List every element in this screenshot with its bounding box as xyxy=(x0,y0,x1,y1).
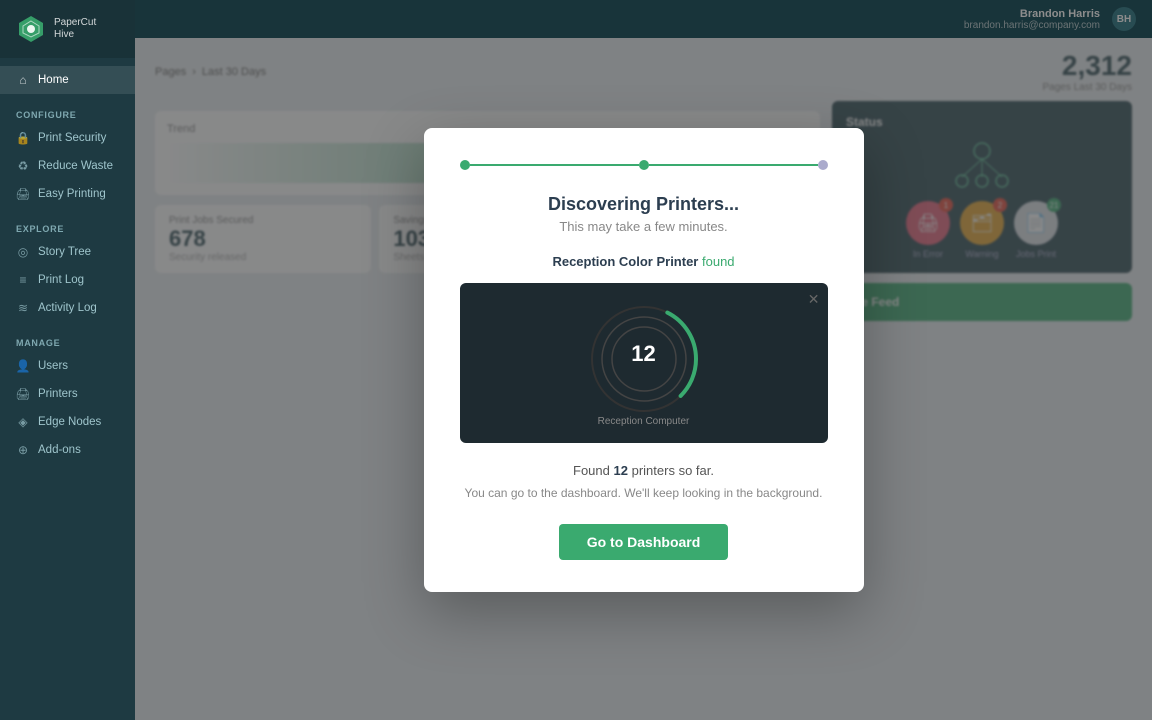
found-summary: Found 12 printers so far. xyxy=(460,463,828,478)
found-count: 12 xyxy=(614,463,628,478)
sidebar-nav: ⌂ Home CONFIGURE 🔒 Print Security ♻ Redu… xyxy=(0,58,135,720)
activity-icon: ≋ xyxy=(16,301,30,315)
configure-section-label: CONFIGURE xyxy=(0,94,135,124)
chart-number: 12 xyxy=(631,341,655,367)
main-area: Brandon Harris brandon.harris@company.co… xyxy=(135,0,1152,720)
sidebar-item-print-security[interactable]: 🔒 Print Security xyxy=(0,124,135,152)
found-summary-suffix: printers so far. xyxy=(632,463,714,478)
found-label: found xyxy=(702,254,735,269)
modal-title: Discovering Printers... xyxy=(460,194,828,215)
sidebar-item-add-ons[interactable]: ⊕ Add-ons xyxy=(0,436,135,464)
tree-icon: ◎ xyxy=(16,245,30,259)
leaf-icon: ♻ xyxy=(16,159,30,173)
printer-icon: 🖨 xyxy=(16,387,30,401)
chart-inner: 12 xyxy=(584,299,704,408)
log-icon: ≡ xyxy=(16,273,30,287)
sidebar-item-printers[interactable]: 🖨 Printers xyxy=(0,380,135,408)
node-icon: ◈ xyxy=(16,415,30,429)
sidebar: PaperCut Hive ⌂ Home CONFIGURE 🔒 Print S… xyxy=(0,0,135,720)
go-to-dashboard-button[interactable]: Go to Dashboard xyxy=(559,524,729,560)
shield-icon: 🔒 xyxy=(16,131,30,145)
chart-close-icon[interactable]: ✕ xyxy=(808,291,820,308)
modal-overlay: Discovering Printers... This may take a … xyxy=(135,0,1152,720)
logo: PaperCut Hive xyxy=(0,0,135,58)
modal-subtitle: This may take a few minutes. xyxy=(460,219,828,234)
logo-text: PaperCut Hive xyxy=(54,17,96,41)
step-dot-1 xyxy=(460,160,470,170)
home-icon: ⌂ xyxy=(16,73,30,87)
step-line-1 xyxy=(470,164,639,166)
sidebar-item-reduce-waste[interactable]: ♻ Reduce Waste xyxy=(0,152,135,180)
found-summary-prefix: Found xyxy=(573,463,610,478)
sidebar-item-print-log[interactable]: ≡ Print Log xyxy=(0,266,135,294)
printer-name: Reception Color Printer xyxy=(552,254,698,269)
sidebar-item-users[interactable]: 👤 Users xyxy=(0,352,135,380)
modal: Discovering Printers... This may take a … xyxy=(424,128,864,592)
stepper xyxy=(460,160,828,170)
sidebar-item-activity-log[interactable]: ≋ Activity Log xyxy=(0,294,135,322)
addon-icon: ⊕ xyxy=(16,443,30,457)
logo-icon xyxy=(16,14,46,44)
sidebar-item-story-tree[interactable]: ◎ Story Tree xyxy=(0,238,135,266)
users-icon: 👤 xyxy=(16,359,30,373)
step-dot-2 xyxy=(639,160,649,170)
explore-section-label: EXPLORE xyxy=(0,208,135,238)
printer-found-text: Reception Color Printer found xyxy=(460,254,828,269)
step-dot-3 xyxy=(818,160,828,170)
sidebar-item-home[interactable]: ⌂ Home xyxy=(0,66,135,94)
manage-section-label: MANAGE xyxy=(0,322,135,352)
step-line-2 xyxy=(649,164,818,166)
sidebar-item-easy-printing[interactable]: 🖨 Easy Printing xyxy=(0,180,135,208)
chart-container: ✕ 12 xyxy=(460,283,828,443)
found-desc: You can go to the dashboard. We'll keep … xyxy=(460,486,828,500)
print-icon: 🖨 xyxy=(16,187,30,201)
sidebar-item-edge-nodes[interactable]: ◈ Edge Nodes xyxy=(0,408,135,436)
